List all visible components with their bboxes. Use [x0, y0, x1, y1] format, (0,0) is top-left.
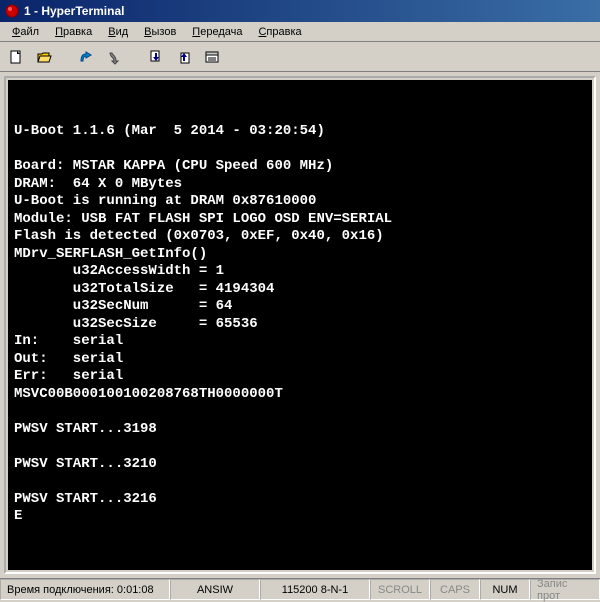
- status-mode: ANSIW: [170, 579, 260, 600]
- titlebar: 1 - HyperTerminal: [0, 0, 600, 22]
- disconnect-button[interactable]: [102, 45, 126, 69]
- new-button[interactable]: [4, 45, 28, 69]
- menu-edit[interactable]: Правка: [47, 24, 100, 40]
- status-baud: 115200 8-N-1: [260, 579, 370, 600]
- status-connection-time: Время подключения: 0:01:08: [0, 579, 170, 600]
- window-title: 1 - HyperTerminal: [24, 4, 124, 18]
- menu-help[interactable]: Справка: [250, 24, 309, 40]
- open-button[interactable]: [32, 45, 56, 69]
- status-caps: CAPS: [430, 579, 480, 600]
- status-num: NUM: [480, 579, 530, 600]
- send-button[interactable]: [144, 45, 168, 69]
- terminal-border: U-Boot 1.1.6 (Mar 5 2014 - 03:20:54) Boa…: [4, 76, 596, 574]
- menu-call[interactable]: Вызов: [136, 24, 184, 40]
- menu-file[interactable]: Файл: [4, 24, 47, 40]
- status-rest: Запис прот: [530, 579, 600, 600]
- menubar: Файл Правка Вид Вызов Передача Справка: [0, 22, 600, 42]
- terminal-container: U-Boot 1.1.6 (Mar 5 2014 - 03:20:54) Boa…: [0, 72, 600, 578]
- receive-button[interactable]: [172, 45, 196, 69]
- status-scroll: SCROLL: [370, 579, 430, 600]
- toolbar: [0, 42, 600, 72]
- menu-transfer[interactable]: Передача: [184, 24, 250, 40]
- terminal-output[interactable]: U-Boot 1.1.6 (Mar 5 2014 - 03:20:54) Boa…: [8, 80, 592, 570]
- connect-button[interactable]: [74, 45, 98, 69]
- properties-button[interactable]: [200, 45, 224, 69]
- app-icon: [4, 3, 20, 19]
- menu-view[interactable]: Вид: [100, 24, 136, 40]
- statusbar: Время подключения: 0:01:08 ANSIW 115200 …: [0, 578, 600, 600]
